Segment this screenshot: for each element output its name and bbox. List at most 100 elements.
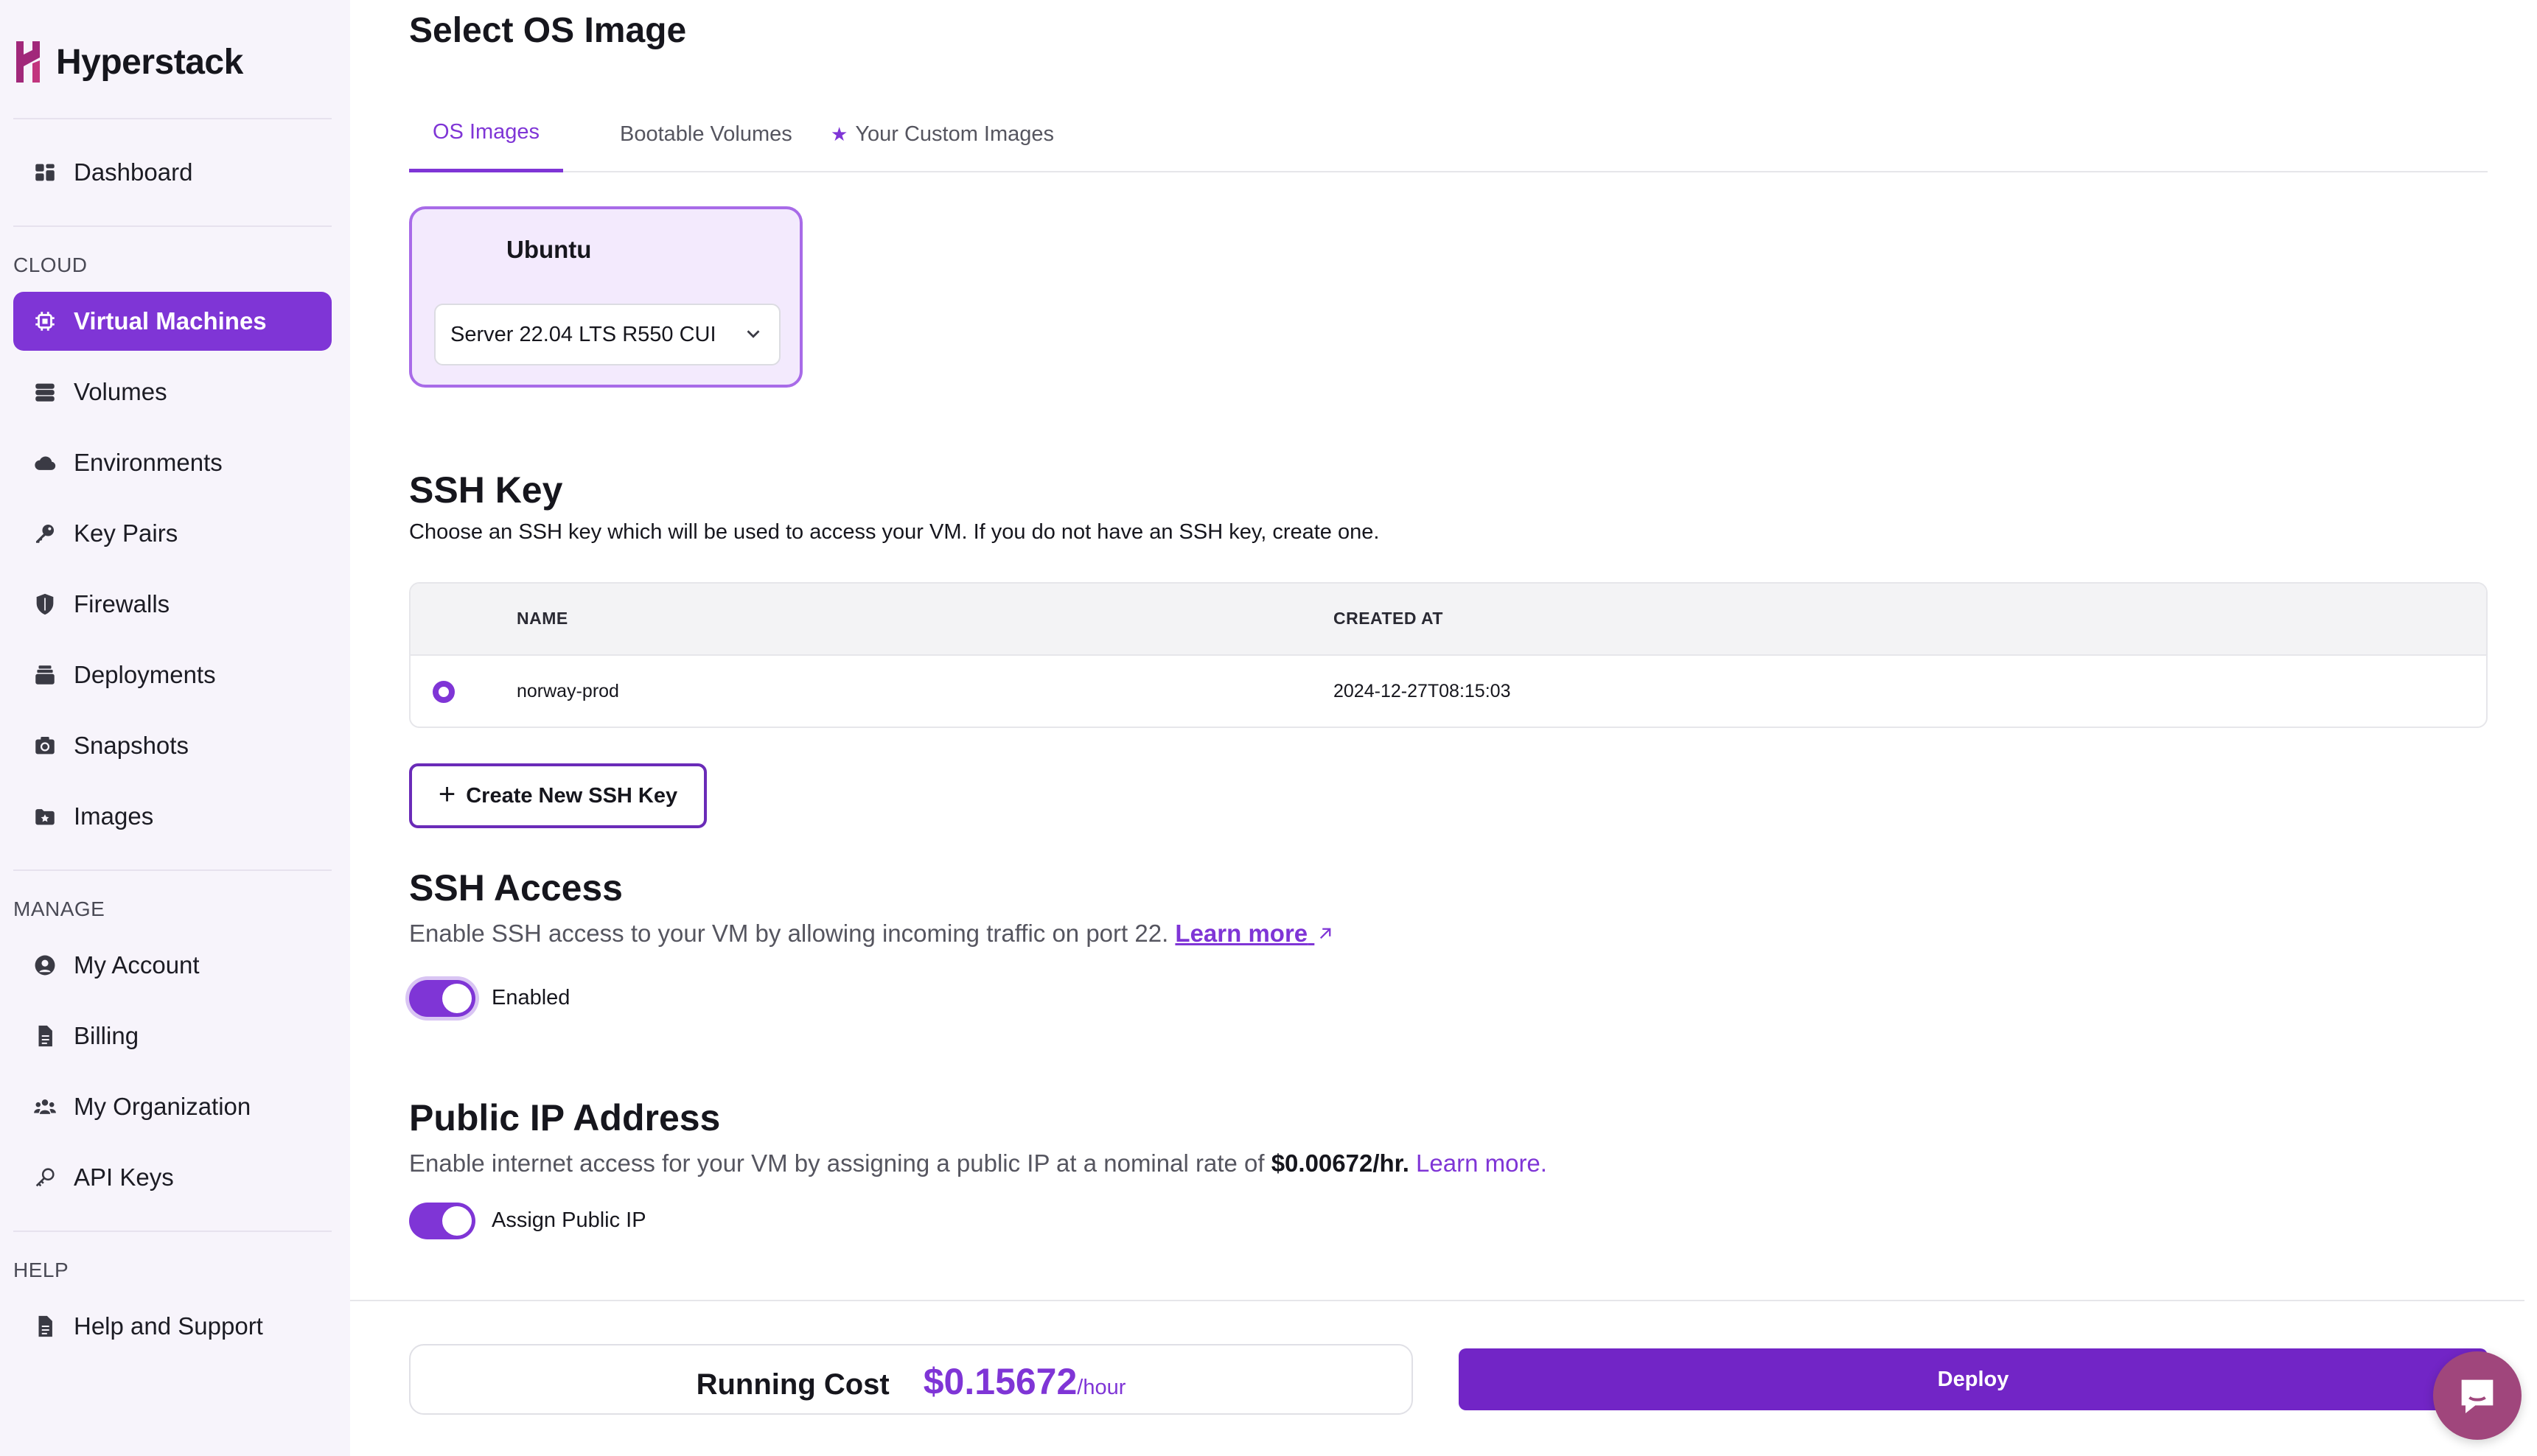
sidebar-item-dashboard[interactable]: Dashboard	[13, 143, 332, 202]
running-cost-amount: $0.15672/hour	[924, 1360, 1126, 1403]
sidebar-item-label: Snapshots	[74, 732, 189, 759]
sidebar-item-my-account[interactable]: My Account	[13, 936, 332, 995]
sidebar-divider	[13, 118, 332, 119]
star-icon: ★	[831, 122, 848, 145]
create-ssh-key-button[interactable]: + Create New SSH Key	[409, 763, 707, 828]
create-ssh-key-label: Create New SSH Key	[466, 783, 678, 808]
chat-support-button[interactable]	[2433, 1351, 2522, 1440]
sidebar-item-label: My Account	[74, 951, 200, 979]
tab-os-images[interactable]: OS Images	[409, 96, 564, 172]
tab-label: OS Images	[433, 120, 540, 144]
sidebar-item-volumes[interactable]: Volumes	[13, 363, 332, 421]
main-content: Select OS Image OS Images Bootable Volum…	[350, 0, 2537, 1456]
sidebar-item-snapshots[interactable]: Snapshots	[13, 716, 332, 775]
sidebar-divider	[13, 1231, 332, 1232]
public-ip-rate: $0.00672/hr.	[1271, 1149, 1409, 1177]
sidebar-item-label: Firewalls	[74, 590, 170, 617]
sidebar-item-label: Images	[74, 802, 154, 830]
sidebar-item-deployments[interactable]: Deployments	[13, 645, 332, 704]
sidebar-item-label: Virtual Machines	[74, 307, 267, 335]
ssh-key-title: SSH Key	[409, 469, 563, 511]
sidebar-item-my-organization[interactable]: My Organization	[13, 1077, 332, 1136]
hyperstack-logo-icon	[16, 41, 40, 83]
table-header: NAME CREATED AT	[411, 584, 2486, 656]
toggle-knob	[442, 984, 472, 1013]
section-label-cloud: CLOUD	[13, 253, 88, 276]
api-key-icon	[32, 1165, 57, 1190]
ssh-access-description-line: Enable SSH access to your VM by allowing…	[409, 920, 1336, 948]
tab-label: Bootable Volumes	[620, 122, 792, 146]
sidebar-item-label: My Organization	[74, 1093, 251, 1120]
sidebar-item-virtual-machines[interactable]: Virtual Machines	[13, 292, 332, 351]
os-version-select[interactable]: Server 22.04 LTS R550 CUI	[434, 304, 781, 365]
running-cost-value: $0.15672	[923, 1361, 1078, 1402]
footer-divider	[350, 1300, 2524, 1301]
sidebar-item-images[interactable]: Images	[13, 787, 332, 846]
brand-name: Hyperstack	[56, 42, 243, 82]
sidebar-item-label: Key Pairs	[74, 519, 178, 547]
tab-label: Your Custom Images	[855, 122, 1055, 146]
sidebar-item-label: API Keys	[74, 1163, 174, 1191]
ssh-access-title: SSH Access	[409, 867, 623, 909]
column-header-created-at: CREATED AT	[1333, 609, 1443, 628]
chevron-down-icon	[747, 330, 760, 338]
ssh-key-radio[interactable]	[433, 681, 455, 703]
sidebar-item-help-and-support[interactable]: Help and Support	[13, 1297, 332, 1356]
ssh-access-description: Enable SSH access to your VM by allowing…	[409, 920, 1169, 947]
sidebar: Hyperstack Dashboard CLOUD Virtual Machi…	[0, 0, 350, 1456]
ssh-key-table: NAME CREATED AT norway-prod 2024-12-27T0…	[409, 582, 2488, 728]
sidebar-item-firewalls[interactable]: Firewalls	[13, 575, 332, 634]
public-ip-learn-more-link[interactable]: Learn more.	[1416, 1149, 1547, 1177]
running-cost-label: Running Cost	[696, 1368, 890, 1401]
sidebar-item-label: Billing	[74, 1022, 139, 1049]
ssh-key-name: norway-prod	[517, 681, 619, 701]
sidebar-divider	[13, 225, 332, 227]
shield-icon	[32, 592, 57, 617]
ssh-access-learn-more-link[interactable]: Learn more	[1175, 920, 1336, 947]
ssh-key-description: Choose an SSH key which will be used to …	[409, 520, 1380, 544]
sidebar-item-environments[interactable]: Environments	[13, 433, 332, 492]
sidebar-item-key-pairs[interactable]: Key Pairs	[13, 504, 332, 563]
section-label-manage: MANAGE	[13, 897, 105, 920]
sidebar-item-label: Volumes	[74, 378, 167, 405]
section-label-help: HELP	[13, 1259, 69, 1281]
running-cost-box: Running Cost $0.15672/hour	[409, 1344, 1413, 1415]
help-document-icon	[32, 1314, 57, 1339]
chip-icon	[32, 309, 57, 334]
column-header-name: NAME	[517, 609, 568, 628]
ssh-access-toggle[interactable]	[409, 980, 475, 1017]
toggle-knob	[442, 1206, 472, 1236]
plus-icon: +	[438, 778, 456, 811]
deploy-button[interactable]: Deploy	[1459, 1348, 2488, 1410]
users-icon	[32, 1094, 57, 1119]
tab-bootable-volumes[interactable]: Bootable Volumes	[596, 96, 816, 172]
sidebar-item-billing[interactable]: Billing	[13, 1007, 332, 1065]
ssh-key-created-at: 2024-12-27T08:15:03	[1333, 681, 1511, 701]
deploy-label: Deploy	[1937, 1367, 2009, 1391]
external-link-icon	[1320, 928, 1331, 939]
os-card-ubuntu[interactable]: Ubuntu Server 22.04 LTS R550 CUI	[409, 206, 803, 388]
sidebar-item-label: Dashboard	[74, 158, 193, 186]
image-icon	[32, 804, 57, 829]
user-circle-icon	[32, 953, 57, 978]
os-version-value: Server 22.04 LTS R550 CUI	[450, 322, 716, 346]
layers-icon	[32, 662, 57, 687]
sidebar-divider	[13, 869, 332, 871]
public-ip-description: Enable internet access for your VM by as…	[409, 1149, 1265, 1177]
public-ip-toggle[interactable]	[409, 1203, 475, 1239]
public-ip-title: Public IP Address	[409, 1097, 721, 1138]
page-title: Select OS Image	[409, 11, 687, 50]
brand[interactable]: Hyperstack	[12, 32, 243, 91]
public-ip-toggle-label: Assign Public IP	[492, 1208, 646, 1232]
sidebar-item-label: Environments	[74, 449, 223, 476]
chat-bubble-icon	[2461, 1379, 2494, 1413]
table-row[interactable]: norway-prod 2024-12-27T08:15:03	[411, 656, 2486, 727]
database-icon	[32, 379, 57, 405]
sidebar-item-api-keys[interactable]: API Keys	[13, 1148, 332, 1207]
running-cost-unit: /hour	[1077, 1376, 1126, 1399]
sidebar-item-label: Deployments	[74, 661, 216, 688]
tab-your-custom-images[interactable]: ★ Your Custom Images	[807, 96, 1078, 172]
camera-icon	[32, 733, 57, 758]
os-image-tabs: OS Images Bootable Volumes ★ Your Custom…	[409, 96, 2488, 172]
public-ip-description-line: Enable internet access for your VM by as…	[409, 1149, 1547, 1177]
